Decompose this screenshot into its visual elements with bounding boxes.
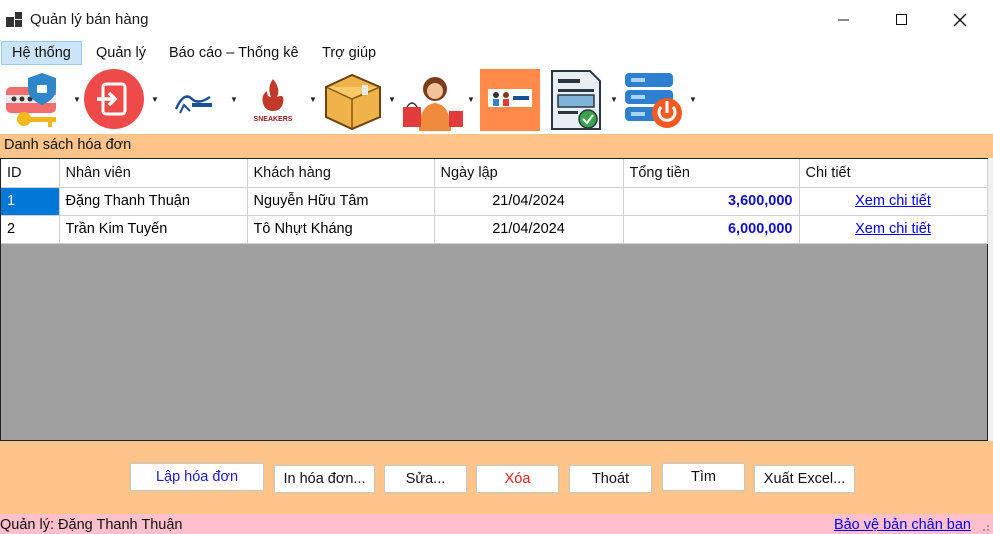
cell-khach-hang[interactable]: Nguyễn Hữu Tâm [247, 187, 435, 216]
dropdown-arrow-icon[interactable]: ▼ [151, 96, 159, 104]
close-icon [953, 13, 967, 27]
logout-icon [84, 69, 144, 129]
table-row[interactable]: 2 Trần Kim Tuyến Tô Nhựt Kháng 21/04/202… [1, 215, 988, 244]
column-header-tong-tien[interactable]: Tổng tiền [623, 159, 800, 188]
dropdown-arrow-icon[interactable]: ▼ [610, 96, 618, 104]
cell-nhan-vien[interactable]: Đặng Thanh Thuận [59, 187, 248, 216]
cell-tong-tien[interactable]: 3,600,000 [623, 187, 800, 216]
resize-grip-icon[interactable] [980, 522, 990, 532]
customers-button[interactable] [480, 69, 540, 131]
box-icon [325, 73, 381, 131]
shopper-icon [403, 77, 463, 131]
sneakers-logo-text: SNEAKERS [254, 116, 293, 123]
table-header-row: ID Nhân viên Khách hàng Ngày lập Tổng ti… [1, 159, 988, 188]
menu-bar: Hệ thống Quản lý Báo cáo – Thống kê Trợ … [0, 40, 993, 66]
title-bar: Quản lý bán hàng [0, 0, 993, 40]
toolbar: ▼ ▼ ▼ SNEAKERS ▼ ▼ ▼ ▼ ▼ [0, 66, 993, 134]
login-security-button[interactable] [4, 69, 64, 131]
cell-khach-hang[interactable]: Tô Nhựt Kháng [247, 215, 435, 244]
view-detail-link[interactable]: Xem chi tiết [855, 193, 931, 209]
product-box-button[interactable] [322, 69, 382, 131]
dropdown-arrow-icon[interactable]: ▼ [73, 96, 81, 104]
brand-logo-button[interactable] [164, 69, 224, 131]
minimize-button[interactable] [815, 0, 873, 40]
cell-ngay-lap[interactable]: 21/04/2024 [434, 187, 624, 216]
column-header-ngay-lap[interactable]: Ngày lập [434, 159, 624, 188]
print-invoice-button[interactable]: In hóa đơn... [274, 465, 375, 493]
create-invoice-button[interactable]: Lập hóa đơn [130, 463, 264, 491]
sneakers-logo-icon: SNEAKERS [243, 69, 303, 131]
table-row[interactable]: 1 Đặng Thanh Thuận Nguyễn Hữu Tâm 21/04/… [1, 187, 988, 216]
brand-logo-icon [164, 69, 224, 131]
dropdown-arrow-icon[interactable]: ▼ [230, 96, 238, 104]
cell-chi-tiet: Xem chi tiết [799, 215, 988, 244]
dropdown-arrow-icon[interactable]: ▼ [689, 96, 697, 104]
invoice-button[interactable] [546, 69, 606, 131]
dropdown-arrow-icon[interactable]: ▼ [309, 96, 317, 104]
column-header-id[interactable]: ID [1, 159, 60, 188]
exit-button[interactable]: Thoát [569, 465, 652, 493]
search-button[interactable]: Tìm [662, 463, 745, 491]
close-button[interactable] [931, 0, 989, 40]
app-icon [6, 12, 22, 28]
edit-button[interactable]: Sửa... [384, 465, 467, 493]
server-power-button[interactable] [623, 69, 683, 131]
delete-button[interactable]: Xóa [476, 465, 559, 493]
invoice-table: ID Nhân viên Khách hàng Ngày lập Tổng ti… [1, 159, 988, 244]
cell-id[interactable]: 1 [1, 187, 60, 216]
menu-quan-ly[interactable]: Quản lý [86, 41, 156, 65]
menu-bao-cao-thong-ke[interactable]: Báo cáo – Thống kê [159, 41, 309, 65]
dropdown-arrow-icon[interactable]: ▼ [388, 96, 396, 104]
maximize-icon [896, 14, 907, 25]
menu-he-thong[interactable]: Hệ thống [1, 41, 82, 65]
maximize-button[interactable] [873, 0, 931, 40]
cell-id[interactable]: 2 [1, 215, 60, 244]
dropdown-arrow-icon[interactable]: ▼ [467, 96, 475, 104]
main-window: Quản lý bán hàng Hệ thống Quản lý Báo cá… [0, 0, 993, 534]
server-power-icon [625, 73, 682, 128]
copyright-link[interactable]: Bảo vệ bản chân ban [834, 517, 971, 533]
cell-chi-tiet: Xem chi tiết [799, 187, 988, 216]
status-bar: Quản lý: Đặng Thanh Thuận Bảo vệ bản châ… [0, 514, 993, 534]
section-title: Danh sách hóa đơn [4, 137, 132, 153]
minimize-icon [838, 19, 849, 21]
column-header-nhan-vien[interactable]: Nhân viên [59, 159, 248, 188]
cell-tong-tien[interactable]: 6,000,000 [623, 215, 800, 244]
cell-nhan-vien[interactable]: Trần Kim Tuyến [59, 215, 248, 244]
section-header: Danh sách hóa đơn [0, 134, 993, 158]
shopper-button[interactable] [401, 69, 463, 131]
view-detail-link[interactable]: Xem chi tiết [855, 221, 931, 237]
window-title: Quản lý bán hàng [30, 11, 149, 28]
action-panel: Lập hóa đơn In hóa đơn... Sửa... Xóa Tho… [0, 441, 993, 514]
column-header-khach-hang[interactable]: Khách hàng [247, 159, 435, 188]
invoice-icon [551, 70, 601, 130]
invoice-grid[interactable]: ID Nhân viên Khách hàng Ngày lập Tổng ti… [0, 158, 988, 441]
login-security-icon [6, 73, 56, 127]
sneakers-logo-button[interactable]: SNEAKERS [243, 69, 303, 131]
export-excel-button[interactable]: Xuất Excel... [754, 465, 855, 493]
cell-ngay-lap[interactable]: 21/04/2024 [434, 215, 624, 244]
customers-icon [480, 69, 540, 131]
menu-tro-giup[interactable]: Trợ giúp [312, 41, 386, 65]
logout-button[interactable] [84, 69, 144, 131]
status-manager-label: Quản lý: Đặng Thanh Thuận [0, 517, 183, 533]
column-header-chi-tiet[interactable]: Chi tiết [799, 159, 988, 188]
